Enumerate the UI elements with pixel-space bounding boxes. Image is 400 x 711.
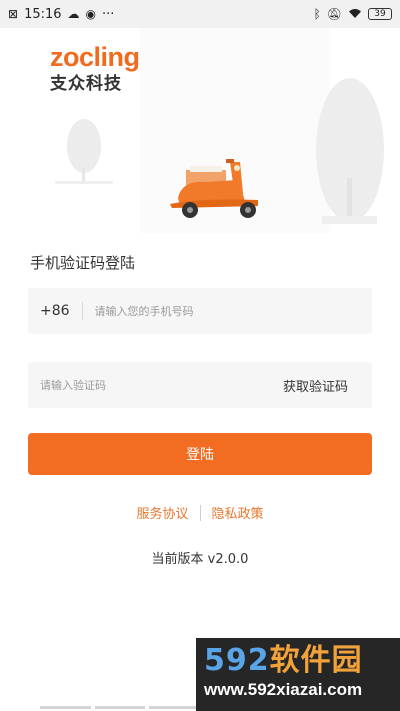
sync-icon: ◉ (85, 7, 97, 21)
links-divider (199, 504, 201, 521)
watermark-cn: 软件园 (269, 643, 363, 678)
verification-code-input[interactable] (28, 378, 283, 392)
get-code-button[interactable]: 获取验证码 (283, 376, 372, 395)
login-button[interactable]: 登陆 (28, 433, 372, 475)
watermark-number: 592 (204, 643, 270, 678)
cloud-icon: ☁ (67, 7, 80, 21)
mute-icon: 🔕︎ (326, 7, 342, 21)
more-dots: ··· (102, 6, 115, 22)
status-right: ᛒ 🔕︎ 39 (314, 8, 392, 21)
company-logo: zocling 支众科技 (50, 42, 140, 94)
phone-field: +86 (28, 288, 372, 334)
bottom-decoration (40, 706, 201, 709)
status-time: 15:16 (24, 6, 62, 22)
bluetooth-icon: ᛒ (313, 7, 321, 21)
status-left: ⊠ 15:16 ☁ ◉ ··· (8, 7, 114, 22)
country-code[interactable]: +86 (28, 302, 83, 320)
status-bar: ⊠ 15:16 ☁ ◉ ··· ᛒ 🔕︎ 39 (0, 0, 400, 28)
privacy-policy-link[interactable]: 隐私政策 (212, 503, 264, 522)
notification-icon: ⊠ (8, 7, 19, 21)
service-agreement-link[interactable]: 服务协议 (136, 503, 188, 522)
wifi-icon (348, 8, 362, 21)
phone-input[interactable] (82, 304, 372, 318)
watermark-logo: 592软件园 www.592xiazai.com (196, 638, 400, 711)
verification-code-field: 获取验证码 (28, 362, 372, 408)
watermark-title: 592软件园 (204, 644, 400, 678)
battery-icon: 39 (368, 8, 392, 20)
watermark-url: www.592xiazai.com (204, 680, 363, 699)
app-version: 当前版本 v2.0.0 (151, 552, 249, 567)
agreement-links: 服务协议 隐私政策 (0, 503, 400, 522)
login-section-title: 手机验证码登陆 (30, 254, 136, 272)
